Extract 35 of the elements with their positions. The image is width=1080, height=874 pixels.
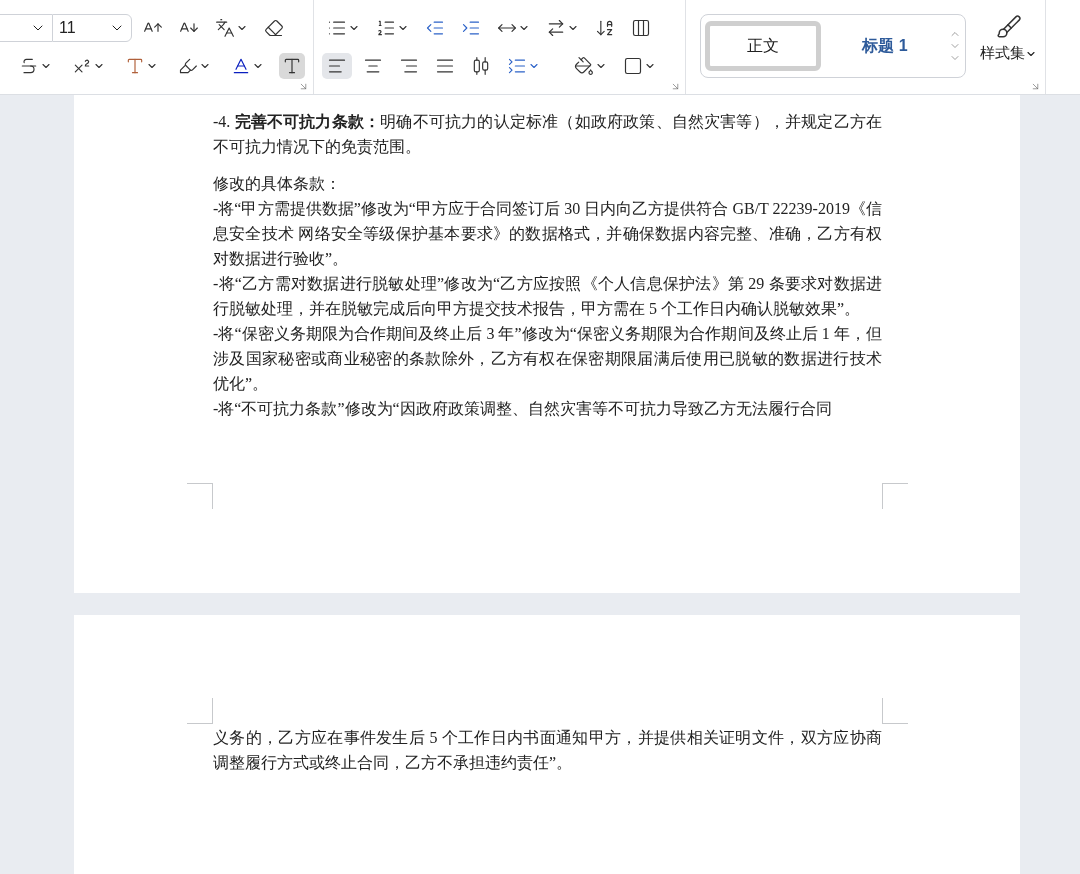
- paint-bucket-icon: [574, 56, 594, 76]
- paragraph: 修改的具体条款：: [213, 174, 342, 194]
- dialog-launcher-icon: [1030, 81, 1041, 92]
- text-effect-icon: [125, 56, 145, 76]
- paragraph: -将“不可抗力条款”修改为“因政府政策调整、自然灾害等不可抗力导致乙方无法履行合同: [213, 399, 833, 419]
- font-size-dropdown[interactable]: 11: [52, 14, 132, 42]
- dialog-launcher-icon: [670, 81, 681, 92]
- font-color-icon: [231, 56, 251, 76]
- corner-mark: [187, 483, 213, 509]
- corner-mark: [187, 698, 213, 724]
- letter-icon: [282, 56, 302, 76]
- corner-mark: [882, 698, 908, 724]
- highlighter-icon: [178, 56, 198, 76]
- dialog-launcher-icon: [298, 81, 309, 92]
- align-button[interactable]: [322, 53, 352, 79]
- brush-icon: [995, 14, 1022, 40]
- border-icon: [623, 56, 643, 76]
- paragraph: -将“保密义务期限为合作期间及终止后 3 年”修改为“保密义务期限为合作期间及终止后 1 年，但涉及国家秘密或商业秘密的条款除外，乙方有权在保密期限届满后使用已脱敏的数据进行技术优化”。: [213, 324, 882, 394]
- strikethrough-icon: [19, 56, 39, 76]
- eraser-icon: [264, 18, 284, 38]
- style-set-button[interactable]: 样式集: [972, 0, 1045, 94]
- paragraph: 义务的，乙方应在事件发生后 5 个工作日内书面通知甲方，并提供相关证明文件，双方应协商调整履行方式或终止合同，乙方不承担违约责任”。: [213, 728, 882, 773]
- char-shading-button[interactable]: [279, 53, 305, 79]
- align-icon: [471, 56, 491, 76]
- style-item[interactable]: 正文: [705, 21, 821, 71]
- paragraph: -4. 完善不可抗力条款：明确不可抗力的认定标准（如政府政策、自然灾害等），并规定乙方在不可抗力情况下的免责范围。: [213, 112, 882, 157]
- paragraph: -将“乙方需对数据进行脱敏处理”修改为“乙方应按照《个人信息保护法》第 29 条要求对数据进行脱敏处理，并在脱敏完成后向甲方提交技术报告，甲方需在 5 个工作日内确认脱敏效果”。: [213, 274, 882, 319]
- columns-icon: [631, 18, 651, 38]
- corner-mark: [882, 483, 908, 509]
- line-spacing-icon: [507, 56, 527, 76]
- phonetic-guide-icon: [215, 18, 235, 38]
- arrows-icon: [546, 18, 566, 38]
- sort-icon: [595, 18, 615, 38]
- paragraph: -将“甲方需提供数据”修改为“甲方应于合同签订后 30 日内向乙方提供符合 GB/T 22239-2019《信息安全技术 网络安全等级保护基本要求》的数据格式，并确保数据内容完整、准确，乙方有权对数据进行验收”。: [213, 199, 882, 269]
- numbered-list-icon: [376, 18, 396, 38]
